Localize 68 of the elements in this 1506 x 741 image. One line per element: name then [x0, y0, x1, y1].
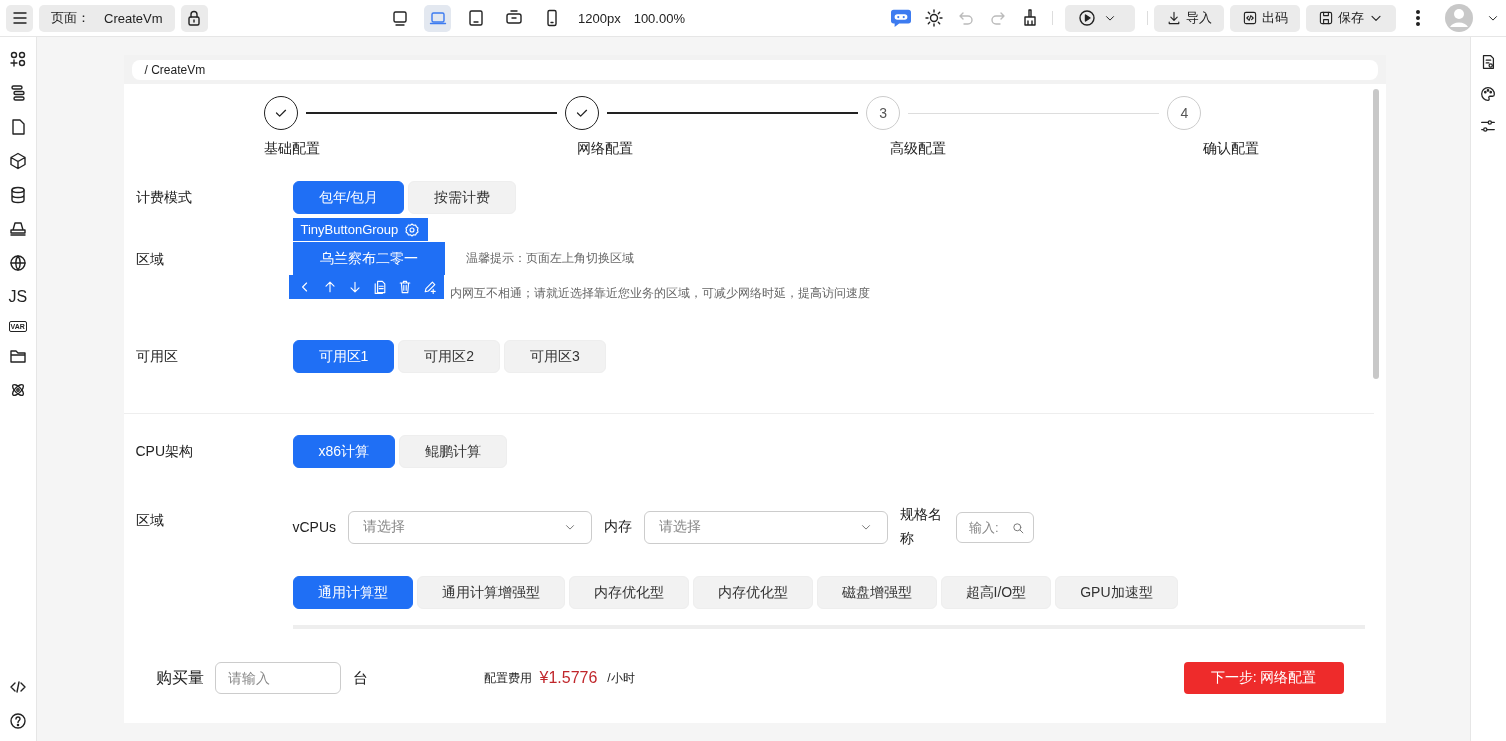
field-label: 内存	[604, 518, 633, 536]
robot-icon[interactable]	[890, 8, 912, 28]
palette-icon[interactable]	[1479, 85, 1498, 103]
vcpu-select[interactable]: 请选择	[348, 510, 593, 544]
option-button[interactable]: 通用计算型	[292, 576, 413, 609]
code-button[interactable]: 出码	[1230, 4, 1300, 32]
field-label: CPU架构	[135, 442, 195, 461]
import-button[interactable]: 导入	[1154, 4, 1224, 32]
option-button[interactable]: 鲲鹏计算	[399, 435, 508, 468]
zoom-level: 100.00%	[633, 10, 685, 26]
field-label: 规格名称	[900, 505, 944, 548]
memory-select[interactable]: 请选择	[644, 510, 889, 544]
next-step-button[interactable]: 下一步: 网络配置	[1183, 662, 1344, 694]
code-icon	[1242, 10, 1258, 26]
option-button[interactable]: 通用计算增强型	[416, 576, 565, 609]
option-button[interactable]: 超高I/O型	[940, 576, 1052, 609]
option-button[interactable]: 按需计费	[408, 181, 517, 214]
fee-amount: ¥1.5776	[539, 669, 598, 687]
field-label: vCPUs	[292, 519, 337, 535]
selection-label: TinyButtonGroup	[292, 218, 429, 241]
components-icon[interactable]	[7, 49, 28, 69]
field-label: 计费模式	[135, 188, 193, 207]
globe-icon[interactable]	[7, 253, 28, 273]
quantity-input[interactable]: 请输入	[214, 662, 341, 694]
field-label: 区域	[135, 250, 165, 269]
step-label: 网络配置	[576, 140, 634, 158]
option-button[interactable]: 内存优化型	[568, 576, 689, 609]
cube-icon[interactable]	[7, 151, 28, 171]
sun-icon[interactable]	[924, 8, 944, 28]
option-button[interactable]: GPU加速型	[1055, 576, 1178, 609]
step-label: 基础配置	[263, 140, 321, 158]
js-icon[interactable]: JS	[8, 287, 28, 307]
option-button[interactable]: 可用区1	[292, 340, 395, 373]
option-button[interactable]: 包年/包月	[292, 181, 405, 214]
download-icon	[1166, 10, 1182, 26]
field-label: 可用区	[135, 347, 179, 366]
option-button[interactable]: 内存优化型	[692, 576, 813, 609]
note-text: 内网互不相通；请就近选择靠近您业务的区域，可减少网络时延，提高访问速度	[449, 285, 870, 302]
menu-button[interactable]	[6, 4, 33, 32]
lock-button[interactable]	[180, 4, 208, 32]
fee-label: 配置费用	[483, 669, 532, 687]
unit-label: 台	[352, 668, 368, 688]
search-field[interactable]: 输入:	[956, 511, 1035, 543]
stack-icon[interactable]	[7, 219, 28, 239]
save-button[interactable]: 保存	[1306, 4, 1396, 32]
option-button[interactable]: 可用区3	[504, 340, 606, 373]
sliders-icon[interactable]	[1479, 117, 1498, 135]
field-label: 区域	[135, 511, 165, 530]
option-button[interactable]: 磁盘增强型	[816, 576, 937, 609]
breadcrumb: / CreateVm	[131, 60, 1378, 80]
step-circle: 3	[866, 96, 901, 130]
preview-button[interactable]	[1065, 4, 1135, 32]
viewport-width: 1200px	[578, 10, 621, 26]
settings-icon[interactable]	[404, 221, 421, 238]
step-label: 确认配置	[1202, 140, 1260, 158]
option-button[interactable]: x86计算	[292, 435, 396, 468]
help-icon[interactable]	[7, 711, 28, 731]
option-button[interactable]: 可用区2	[398, 340, 501, 373]
play-icon	[1077, 8, 1097, 28]
step-label: 高级配置	[889, 140, 947, 158]
step-circle: 4	[1167, 96, 1202, 130]
search-icon	[1011, 520, 1026, 535]
fee-unit: /小时	[607, 669, 635, 687]
hint-text: 温馨提示：页面左上角切换区域	[465, 250, 634, 267]
laptop-icon[interactable]	[424, 4, 451, 32]
scrollbar[interactable]	[1372, 89, 1379, 379]
quantity-label: 购买量	[155, 667, 204, 688]
page-selector[interactable]: 页面： CreateVm	[39, 4, 175, 32]
